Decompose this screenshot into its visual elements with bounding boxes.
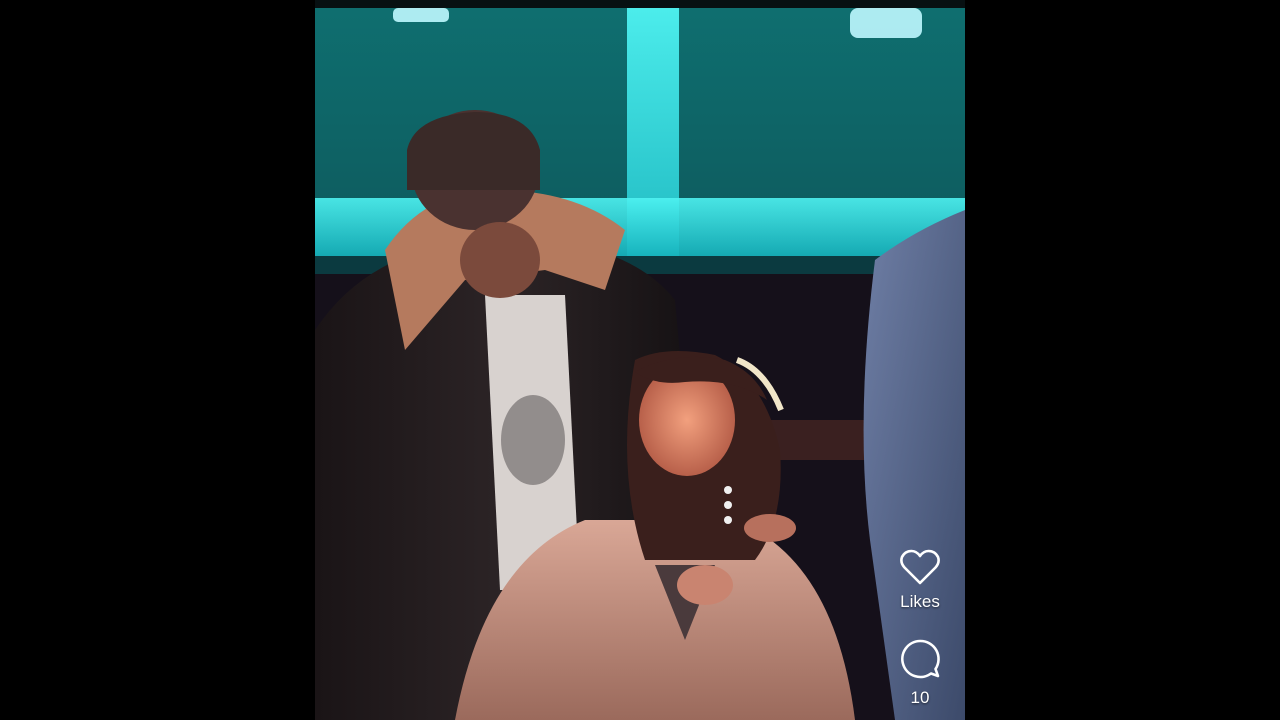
like-label: Likes [900,592,940,611]
comment-button[interactable]: 10 [899,638,941,708]
heart-icon [899,548,941,586]
video-still-image [315,0,965,720]
comment-count: 10 [910,688,930,707]
video-player-screen: Likes 10 [0,0,1280,720]
comment-bubble-icon [899,638,941,680]
action-rail: Likes 10 [885,548,955,708]
video-frame[interactable] [315,0,965,720]
like-button[interactable]: Likes [899,548,941,612]
